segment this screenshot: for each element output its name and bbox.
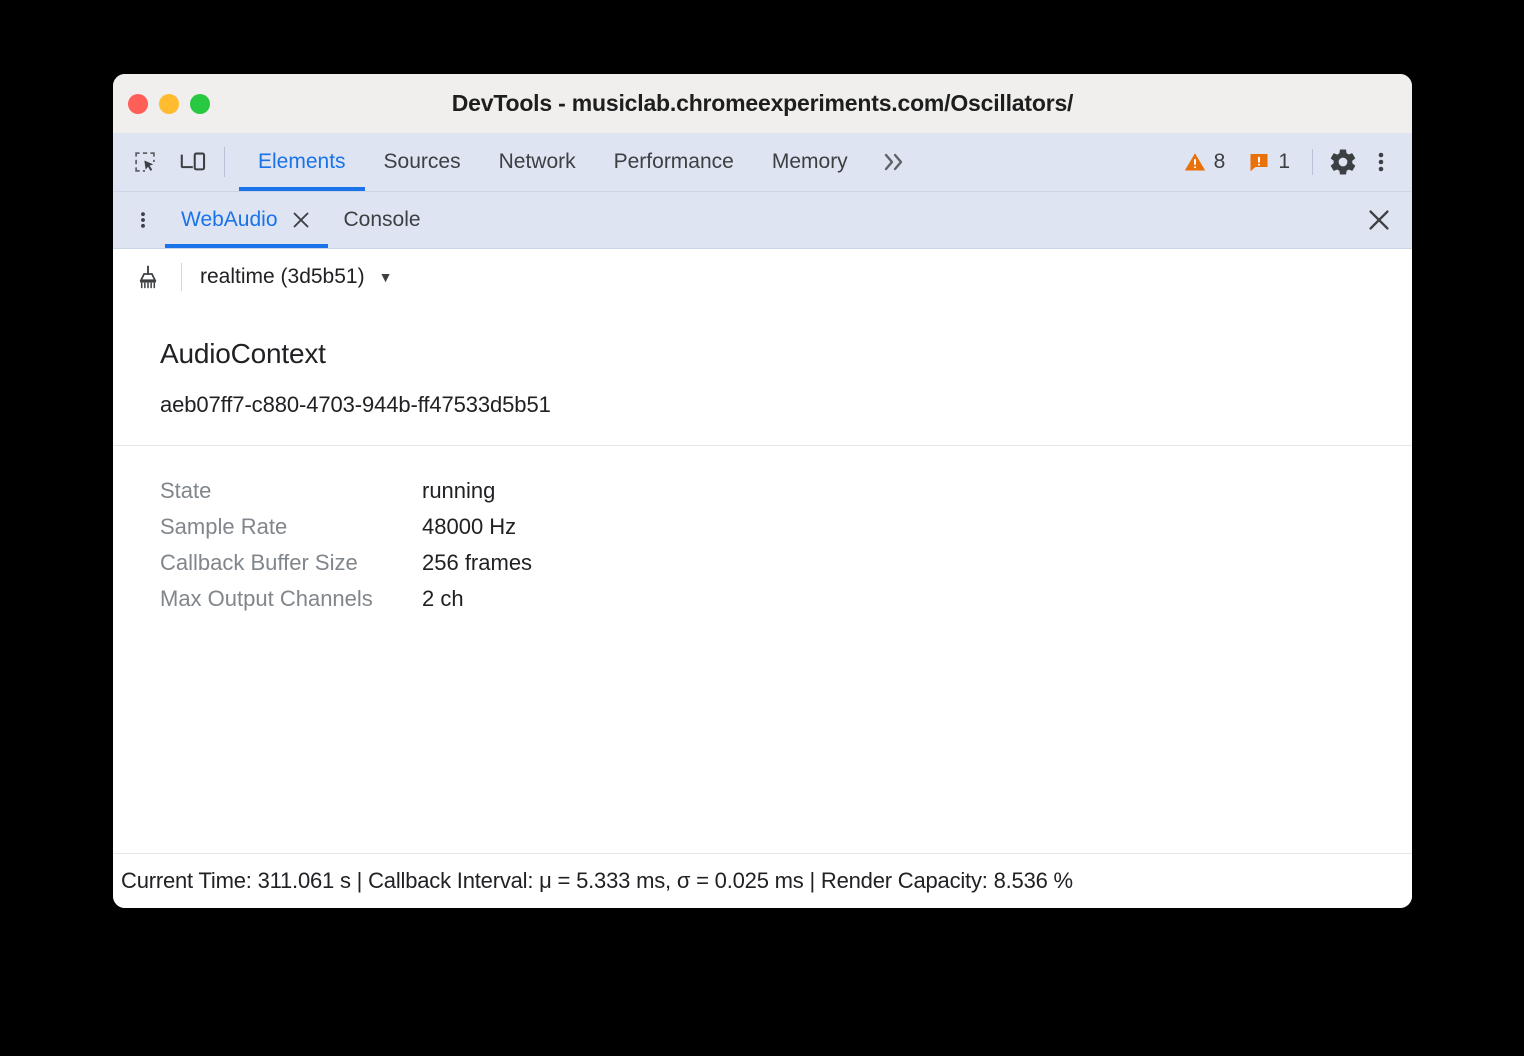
- property-label-state: State: [160, 473, 422, 509]
- devtools-menu-button[interactable]: [1364, 145, 1398, 179]
- context-id: aeb07ff7-c880-4703-944b-ff47533d5b51: [160, 392, 1412, 418]
- tab-sources[interactable]: Sources: [365, 133, 480, 191]
- drawer-tab-console-label: Console: [344, 208, 421, 232]
- window-title: DevTools - musiclab.chromeexperiments.co…: [113, 90, 1412, 117]
- webaudio-toolbar: realtime (3d5b51) ▼: [113, 249, 1412, 306]
- drawer-tab-webaudio-close-button[interactable]: [290, 209, 312, 231]
- gear-icon: [1328, 147, 1358, 177]
- drawer-close-button[interactable]: [1366, 192, 1412, 248]
- tab-network[interactable]: Network: [480, 133, 595, 191]
- main-tab-bar: Elements Sources Network Performance Mem…: [113, 133, 1412, 192]
- tab-memory[interactable]: Memory: [753, 133, 867, 191]
- drawer-tab-webaudio[interactable]: WebAudio: [165, 192, 328, 248]
- drawer-tab-webaudio-label: WebAudio: [181, 208, 278, 232]
- property-value-callback-buffer-size: 256 frames: [422, 545, 1412, 581]
- devtools-window: DevTools - musiclab.chromeexperiments.co…: [113, 74, 1412, 908]
- issue-count: 1: [1278, 150, 1290, 174]
- tab-elements-label: Elements: [258, 150, 346, 174]
- kebab-menu-icon: [1369, 149, 1393, 175]
- warning-triangle-icon: [1183, 150, 1207, 174]
- property-label-callback-buffer-size: Callback Buffer Size: [160, 545, 422, 581]
- drawer-menu-button[interactable]: [113, 192, 165, 248]
- more-tabs-button[interactable]: [867, 133, 923, 191]
- broom-clear-icon: [134, 263, 162, 291]
- kebab-menu-icon: [133, 208, 153, 232]
- property-value-sample-rate: 48000 Hz: [422, 509, 1412, 545]
- warning-counter[interactable]: 8: [1174, 150, 1235, 174]
- audio-context-selector[interactable]: realtime (3d5b51) ▼: [200, 265, 392, 289]
- tab-elements[interactable]: Elements: [239, 133, 365, 191]
- context-header: AudioContext aeb07ff7-c880-4703-944b-ff4…: [113, 306, 1412, 418]
- device-toolbar-button[interactable]: [176, 145, 210, 179]
- title-bar: DevTools - musiclab.chromeexperiments.co…: [113, 74, 1412, 133]
- issues-counter[interactable]: 1: [1238, 150, 1299, 174]
- inspect-element-button[interactable]: [128, 145, 162, 179]
- tab-performance[interactable]: Performance: [595, 133, 753, 191]
- drawer-tab-bar: WebAudio Console: [113, 192, 1412, 249]
- inspect-element-icon: [132, 149, 158, 175]
- close-icon: [291, 210, 311, 230]
- inspector-tool-buttons: [113, 133, 210, 191]
- context-title: AudioContext: [160, 338, 1412, 370]
- clear-button[interactable]: [131, 260, 165, 294]
- drawer-tab-console[interactable]: Console: [328, 192, 437, 248]
- property-label-max-output-channels: Max Output Channels: [160, 581, 422, 617]
- context-property-table: State running Sample Rate 48000 Hz Callb…: [113, 446, 1412, 617]
- chevron-double-right-icon: [881, 151, 909, 173]
- tab-network-label: Network: [499, 150, 576, 174]
- issue-bubble-icon: [1247, 150, 1271, 174]
- status-bar-text: Current Time: 311.061 s | Callback Inter…: [121, 868, 1073, 894]
- toolbar-divider: [224, 147, 225, 177]
- status-bar: Current Time: 311.061 s | Callback Inter…: [113, 853, 1412, 908]
- webaudio-content: AudioContext aeb07ff7-c880-4703-944b-ff4…: [113, 306, 1412, 853]
- toolbar-divider: [181, 263, 182, 291]
- property-value-max-output-channels: 2 ch: [422, 581, 1412, 617]
- chevron-down-icon: ▼: [379, 270, 393, 284]
- panel-tabs: Elements Sources Network Performance Mem…: [239, 133, 923, 191]
- close-icon: [1366, 207, 1392, 233]
- property-label-sample-rate: Sample Rate: [160, 509, 422, 545]
- settings-button[interactable]: [1326, 145, 1360, 179]
- toolbar-right-controls: 8 1: [1174, 133, 1412, 191]
- tab-sources-label: Sources: [384, 150, 461, 174]
- toolbar-right-divider: [1312, 149, 1313, 175]
- warning-count: 8: [1214, 150, 1226, 174]
- property-value-state: running: [422, 473, 1412, 509]
- tab-performance-label: Performance: [614, 150, 734, 174]
- tab-memory-label: Memory: [772, 150, 848, 174]
- audio-context-selector-value: realtime (3d5b51): [200, 265, 365, 289]
- device-toolbar-icon: [180, 149, 206, 175]
